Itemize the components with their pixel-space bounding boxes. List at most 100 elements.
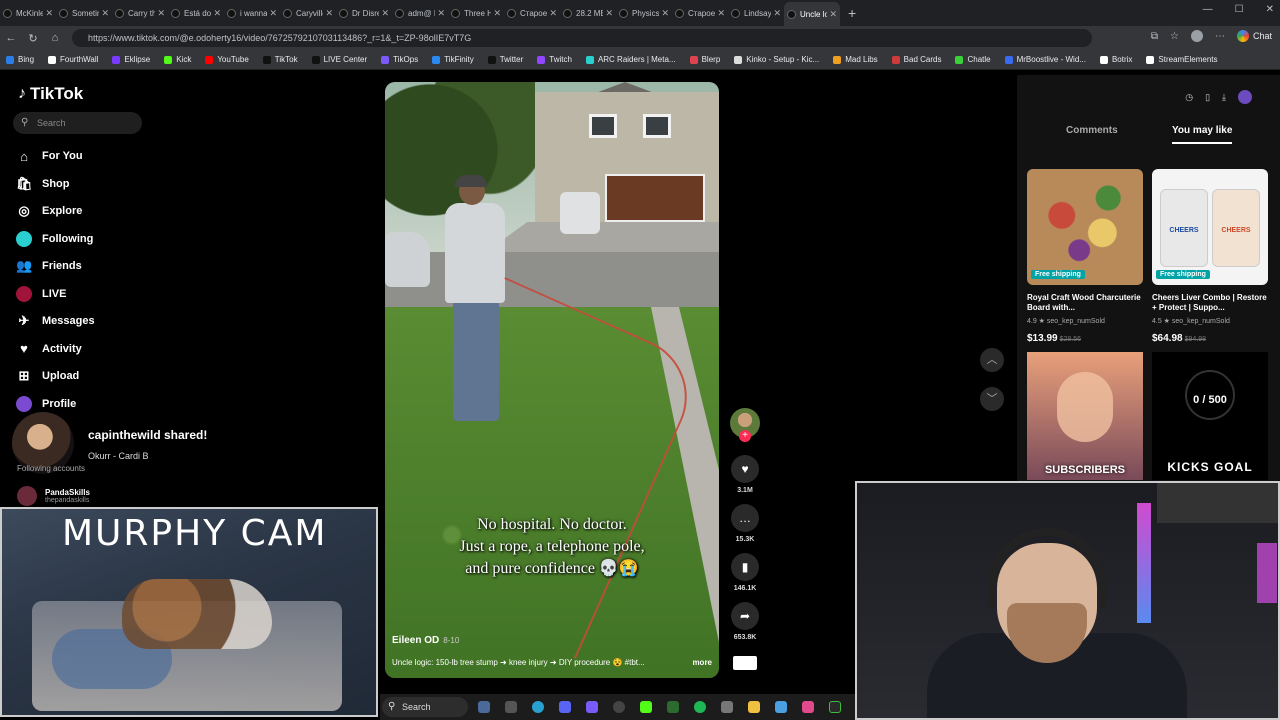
phone-icon[interactable]: ▯ [1205,92,1210,103]
browser-tab[interactable]: Lindsay Cla✕ [728,2,784,24]
share-action[interactable]: ➦ 653.8K [730,602,760,641]
close-tab-icon[interactable]: ✕ [437,8,445,19]
discord-icon[interactable] [554,698,576,716]
close-tab-icon[interactable]: ✕ [213,8,221,19]
download-icon[interactable]: ⤓ [1222,92,1226,103]
back-icon[interactable]: ← [0,32,22,44]
new-tab-icon[interactable]: + [848,5,856,21]
spotify-icon[interactable] [689,698,711,716]
sidebar-item-live[interactable]: LIVE [16,284,66,304]
home-icon[interactable]: ⌂ [44,32,66,44]
browser-tab[interactable]: Dr Disrespe✕ [336,2,392,24]
close-tab-icon[interactable]: ✕ [549,8,557,19]
follow-plus-icon[interactable]: + [739,430,751,442]
sidebar-item-for-you[interactable]: ⌂ For You [16,146,82,166]
close-tab-icon[interactable]: ✕ [101,8,109,19]
browser-tab[interactable]: Caryville Fl✕ [280,2,336,24]
bookmark-item[interactable]: Kinko - Setup - Kic... [734,55,819,64]
close-tab-icon[interactable]: ✕ [717,8,725,19]
kick-icon[interactable] [635,698,657,716]
bookmark-item[interactable]: Eklipse [112,55,150,64]
url-field[interactable]: https://www.tiktok.com/@e.odoherty16/vid… [72,29,1092,47]
close-tab-icon[interactable]: ✕ [269,8,277,19]
bookmark-item[interactable]: TikTok [262,55,298,64]
following-account-item[interactable]: PandaSkills thepandaskills [17,486,90,506]
comment-action[interactable]: … 15.3K [730,504,760,543]
close-tab-icon[interactable]: ✕ [661,8,669,19]
browser-tab[interactable]: Старое вид✕ [672,2,728,24]
bookmark-item[interactable]: Twitter [487,55,523,64]
bookmark-item[interactable]: ARC Raiders | Meta... [585,55,676,64]
bookmark-item[interactable]: TikOps [381,55,418,64]
taskbar-search[interactable]: ⚲ Search [382,697,468,717]
save-action[interactable]: ▮ 146.1K [730,553,760,592]
bookmark-item[interactable]: Bad Cards [891,55,941,64]
camera-app-icon[interactable] [797,698,819,716]
bookmark-item[interactable]: Blerp [689,55,720,64]
obs-icon[interactable] [608,698,630,716]
profile-avatar[interactable] [1190,30,1203,42]
sidebar-item-profile[interactable]: Profile [16,394,76,414]
video-author[interactable]: Eileen OD 8-10 [392,635,459,646]
heart-icon[interactable]: ♥ [731,455,759,483]
browser-tab[interactable]: i wanna talk✕ [224,2,280,24]
product-card[interactable]: CHEERS CHEERS Free shipping Cheers Liver… [1152,169,1268,344]
close-tab-icon[interactable]: ✕ [773,8,781,19]
bookmark-item[interactable]: Botrix [1099,55,1132,64]
file-explorer-icon[interactable] [743,698,765,716]
close-tab-icon[interactable]: ✕ [493,8,501,19]
bookmark-item[interactable]: FourthWall [48,55,98,64]
bookmark-icon[interactable]: ▮ [731,553,759,581]
bookmark-item[interactable]: TikFinity [432,55,474,64]
browser-tab[interactable]: Carry the d✕ [112,2,168,24]
comment-icon[interactable]: … [731,504,759,532]
tab-you-may-like[interactable]: You may like [1172,125,1233,144]
bookmark-item[interactable]: StreamElements [1146,55,1218,64]
sidebar-item-explore[interactable]: ◎ Explore [16,201,82,221]
bookmark-item[interactable]: Twitch [537,55,572,64]
bookmark-item[interactable]: Chatle [955,55,991,64]
bookmark-item[interactable]: LIVE Center [311,55,367,64]
sidebar-item-messages[interactable]: ✈ Messages [16,311,95,331]
browser-tab[interactable]: McKinley c✕ [0,2,56,24]
share-icon[interactable]: ➦ [731,602,759,630]
timer-icon[interactable]: ◷ [1185,92,1193,103]
bookmark-item[interactable]: Kick [164,55,191,64]
browser-tab[interactable]: Está dormi✕ [168,2,224,24]
browser-tab[interactable]: 28.2 METER✕ [560,2,616,24]
user-avatar[interactable] [1238,90,1252,104]
close-tab-icon[interactable]: ✕ [157,8,165,19]
extensions-icon[interactable]: ⧉ [1151,31,1158,42]
tiktok-logo[interactable]: ♪ TikTok [18,84,83,104]
widgets-icon[interactable] [473,698,495,716]
music-disc-icon[interactable] [733,656,757,670]
video-player[interactable]: No hospital. No doctor. Just a rope, a t… [385,82,719,678]
browser-tab[interactable]: Старое вид✕ [504,2,560,24]
bookmark-item[interactable]: Bing [6,55,34,64]
bookmark-item[interactable]: Mad Libs [833,55,878,64]
edge-icon[interactable] [527,698,549,716]
sidebar-item-upload[interactable]: ⊞ Upload [16,366,80,386]
like-action[interactable]: ♥ 3.1M [730,455,760,494]
notepad-icon[interactable] [770,698,792,716]
sidebar-item-shop[interactable]: 🛍 Shop [16,174,70,194]
tab-comments[interactable]: Comments [1066,125,1118,136]
close-tab-icon[interactable]: ✕ [45,8,53,19]
browser-tab[interactable]: adm@ Ша✕ [392,2,448,24]
search-input[interactable]: ⚲ Search [13,112,142,134]
bookmark-item[interactable]: YouTube [205,55,249,64]
browser-tab[interactable]: Three Hard✕ [448,2,504,24]
close-window-icon[interactable]: ✕ [1266,4,1274,15]
menu-dots-icon[interactable]: ⋯ [1215,31,1225,42]
browser-tab[interactable]: Uncle logic✕ [784,2,840,26]
chevron-up-icon[interactable]: ︿ [980,348,1004,372]
task-view-icon[interactable] [500,698,522,716]
close-tab-icon[interactable]: ✕ [325,8,333,19]
bookmark-star-icon[interactable]: ☆ [1170,31,1179,42]
terminal-icon[interactable] [824,698,846,716]
sidebar-item-activity[interactable]: ♥ Activity [16,339,82,359]
close-tab-icon[interactable]: ✕ [605,8,613,19]
maximize-icon[interactable]: ☐ [1235,4,1244,15]
product-card[interactable]: Free shipping Royal Craft Wood Charcuter… [1027,169,1143,344]
minimize-icon[interactable]: — [1203,4,1213,15]
